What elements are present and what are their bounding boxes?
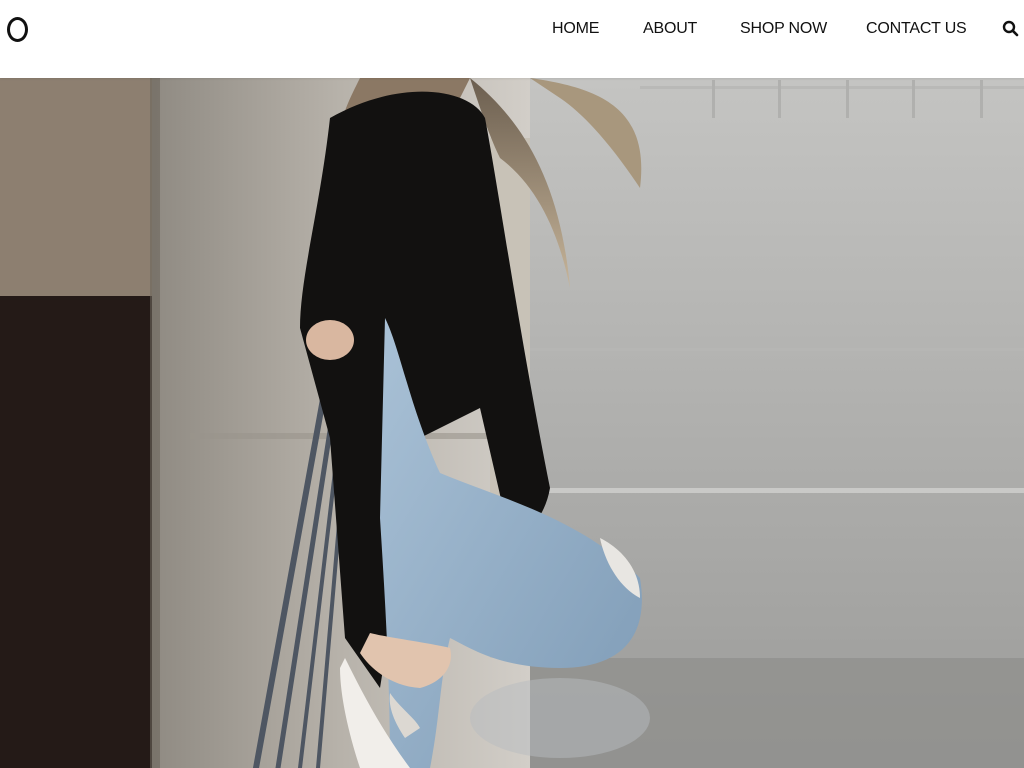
search-button[interactable] xyxy=(1001,19,1021,39)
nav-home[interactable]: HOME xyxy=(552,18,599,40)
hero-image xyxy=(0,78,1024,768)
logo-link[interactable] xyxy=(7,17,28,42)
nav-about[interactable]: ABOUT xyxy=(643,18,697,40)
nav-contact-us[interactable]: CONTACT US xyxy=(866,18,967,40)
search-icon xyxy=(1002,20,1019,37)
nav-shop-now[interactable]: SHOP NOW xyxy=(740,18,827,40)
site-header: HOME ABOUT SHOP NOW CONTACT US xyxy=(0,0,1024,78)
hero-photo xyxy=(0,78,1024,768)
